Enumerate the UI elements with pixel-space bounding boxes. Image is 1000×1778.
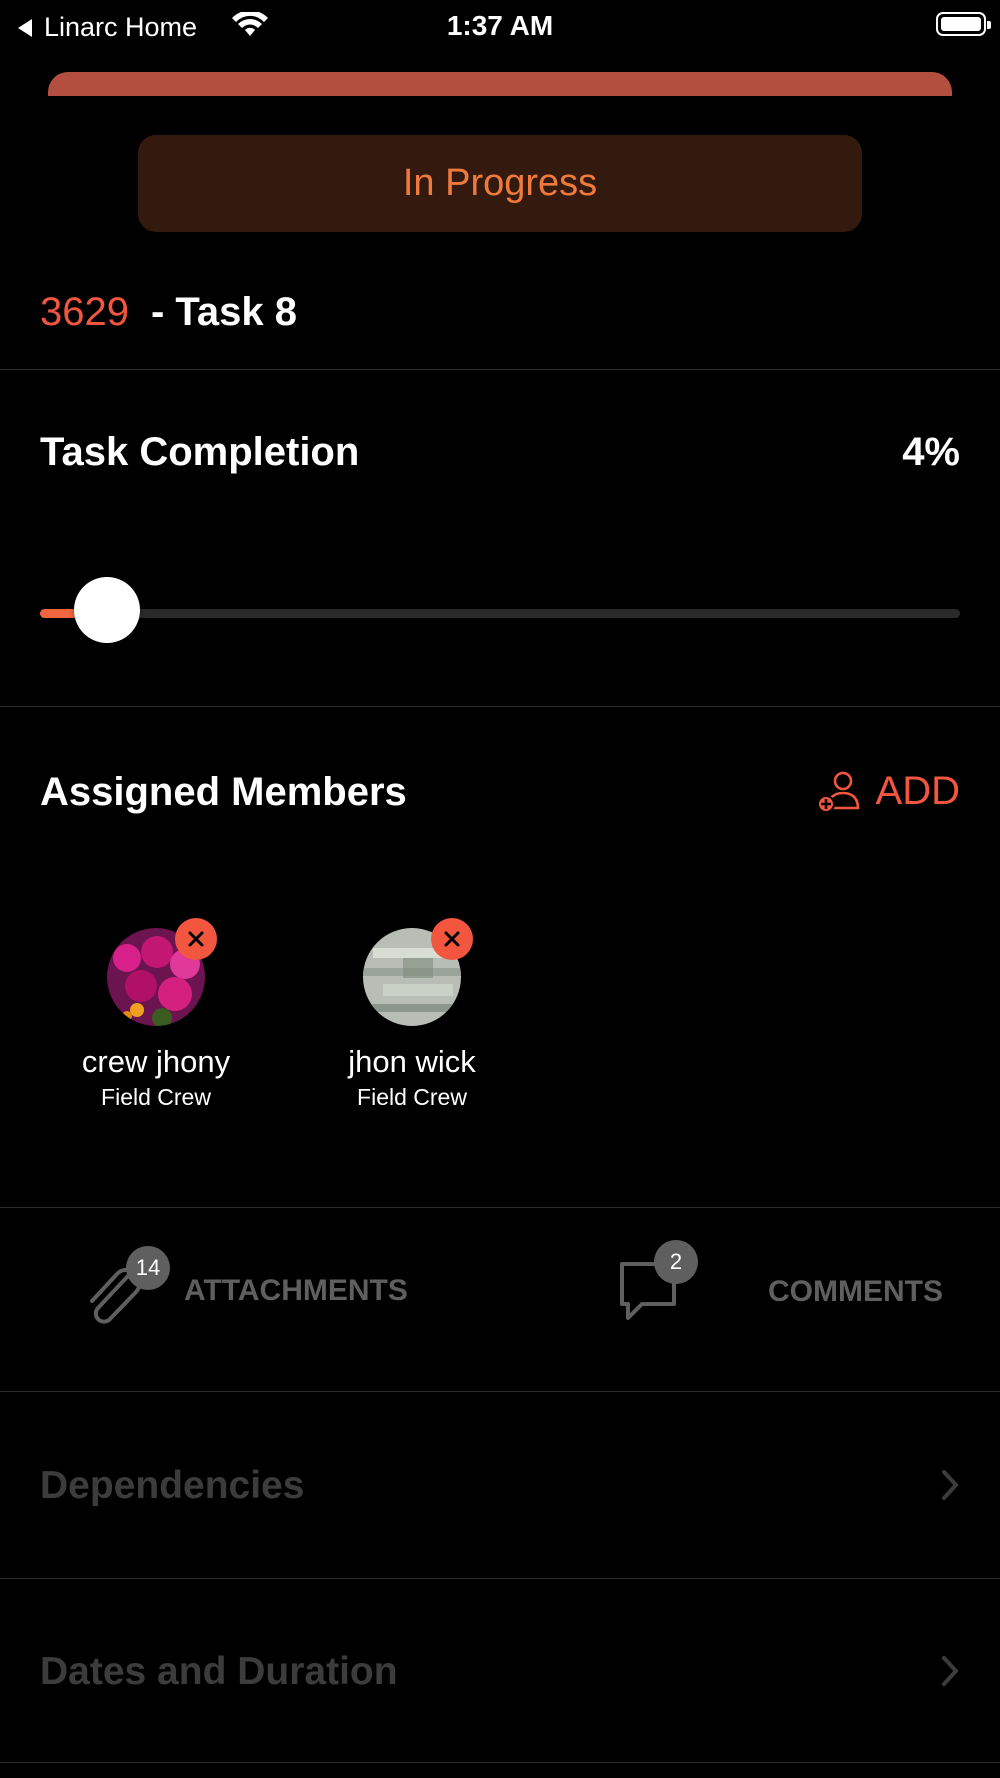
dates-duration-row[interactable]: Dates and Duration <box>0 1608 1000 1738</box>
remove-member-button[interactable] <box>175 918 217 960</box>
dates-duration-label: Dates and Duration <box>40 1650 398 1693</box>
member-name: jhon wick <box>348 1044 476 1079</box>
add-user-icon <box>816 771 859 813</box>
attachments-count-badge: 14 <box>126 1246 170 1290</box>
completion-label: Task Completion <box>40 430 360 474</box>
avatar <box>363 918 473 1026</box>
member-role: Field Crew <box>357 1084 467 1110</box>
status-button[interactable]: In Progress <box>138 135 862 232</box>
remove-member-button[interactable] <box>431 918 473 960</box>
completion-percent: 4% <box>902 430 960 474</box>
tab-attachments[interactable]: 14 ATTACHMENTS <box>84 1246 408 1326</box>
comments-count-badge: 2 <box>654 1240 698 1284</box>
divider <box>0 1578 1000 1579</box>
divider <box>0 369 1000 370</box>
comments-label: COMMENTS <box>768 1275 943 1308</box>
dependencies-row[interactable]: Dependencies <box>0 1422 1000 1552</box>
divider <box>0 706 1000 707</box>
task-id: 3629 <box>40 290 129 334</box>
add-member-label: ADD <box>875 768 960 813</box>
chevron-right-icon <box>942 1656 959 1686</box>
add-member-button[interactable]: ADD <box>816 768 960 814</box>
close-icon <box>444 931 460 947</box>
divider <box>0 1207 1000 1208</box>
divider <box>0 1762 1000 1763</box>
attachments-label: ATTACHMENTS <box>184 1274 408 1307</box>
member-card[interactable]: crew jhony Field Crew <box>56 918 256 1111</box>
close-icon <box>188 931 204 947</box>
dependencies-label: Dependencies <box>40 1464 305 1507</box>
completion-slider-thumb[interactable] <box>74 577 141 643</box>
member-name: crew jhony <box>81 1044 231 1079</box>
status-bar: Linarc Home 1:37 AM <box>0 0 1000 52</box>
task-title: 3629 - Task 8 <box>40 290 297 335</box>
tab-comments[interactable]: 2 COMMENTS <box>616 1240 943 1328</box>
completion-slider-track[interactable] <box>40 609 960 618</box>
member-card[interactable]: jhon wick Field Crew <box>312 918 512 1111</box>
member-role: Field Crew <box>101 1084 211 1110</box>
task-name: - Task 8 <box>150 290 297 334</box>
chevron-right-icon <box>942 1470 959 1500</box>
avatar <box>107 918 217 1026</box>
divider <box>0 1391 1000 1392</box>
assigned-members-label: Assigned Members <box>40 770 407 814</box>
header-accent-bar <box>48 72 952 96</box>
clock: 1:37 AM <box>446 10 554 41</box>
battery-icon <box>936 12 991 36</box>
